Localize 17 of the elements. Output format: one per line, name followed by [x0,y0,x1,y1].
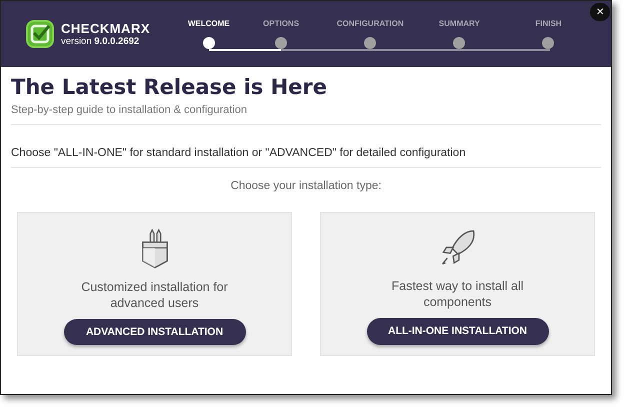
step-label: FINISH [535,19,562,28]
checkmark-logo-icon [25,19,55,49]
step-label: OPTIONS [263,19,300,28]
subtitle: Step-by-step guide to installation & configuration [11,104,601,125]
brand-name: CHECKMARX [61,21,150,36]
step-label: WELCOME [188,19,230,28]
instruction-text: Choose "ALL-IN-ONE" for standard installation or "ADVANCED" for detailed configuration [11,125,601,168]
page-title: The Latest Release is Here [11,75,328,99]
prompt-text: Choose your installation type: [230,180,382,192]
install-button[interactable]: ALL-IN-ONE INSTALLATION [366,318,548,345]
step-label: SUMMARY [438,19,480,28]
option-description: Fastest way to install all components [390,278,524,310]
option-description: Customized installation for advanced users [80,278,229,311]
step-label: CONFIGURATION [336,19,404,28]
version-label: version 9.0.0.2692 [61,36,140,47]
pocket-pens-icon [140,229,170,269]
install-button[interactable]: ADVANCED INSTALLATION [64,318,246,345]
